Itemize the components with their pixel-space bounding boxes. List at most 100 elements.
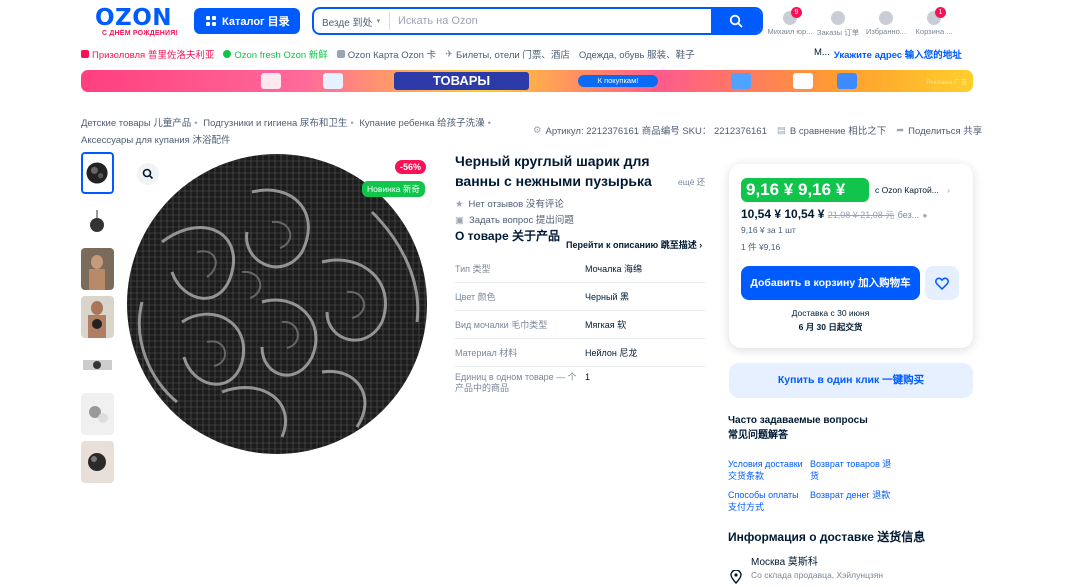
box-icon [831, 11, 845, 25]
thumbnail-image [81, 201, 114, 243]
spec-key: Вид мочалки 毛巾类型 [455, 320, 548, 330]
compare-button[interactable]: ▤ В сравнение 相比之下 [776, 123, 887, 138]
new-badge: Новинка 新奇 [362, 181, 425, 197]
breadcrumb-item[interactable]: Детские товары 儿童产品 [81, 118, 191, 129]
search-scope-label: Везде 到处 [322, 17, 373, 29]
faq-link[interactable]: Возврат денег 退款 [810, 489, 892, 513]
go-to-description-link[interactable]: Перейти к описанию 跳至描述 › [566, 238, 702, 251]
thumbnail[interactable] [81, 441, 114, 483]
breadcrumb-item[interactable]: Аксессуары для купания 沐浴配件 [81, 135, 230, 146]
spec-row: Вид мочалки 毛巾类型 Мягкая 软 [455, 311, 705, 339]
profile-label: Михаил юр... [767, 27, 813, 36]
buy-one-click-button[interactable]: Купить в один клик 一键购买 [729, 363, 973, 398]
compare-label: В сравнение 相比之下 [789, 126, 887, 137]
product-image [261, 73, 281, 89]
about-heading: О товаре 关于产品 [455, 229, 560, 243]
search-input[interactable]: Искать на Ozon [390, 15, 711, 27]
thumbnail[interactable] [81, 201, 114, 243]
orders-label: Заказы 订单 [816, 28, 860, 37]
zoom-button[interactable] [137, 163, 159, 185]
share-button[interactable]: ➦ Поделиться 共享 [896, 123, 982, 138]
compare-icon: ▤ [776, 124, 786, 136]
heart-icon [879, 11, 893, 25]
nav-item-label: Ozon Карта Ozon 卡 [347, 50, 437, 61]
spec-value: 1 [585, 372, 591, 382]
favorite-button[interactable] [925, 266, 959, 300]
ship-from: Со склада продавца, Хэйлунцзян [751, 570, 884, 580]
without-card-label: без... [897, 210, 920, 220]
gift-icon [81, 50, 89, 58]
breadcrumb: Детские товары 儿童产品 • Подгузники и гигиен… [81, 118, 491, 146]
catalog-button[interactable]: Каталог 目录 [194, 8, 300, 34]
reviews-label: Нет отзывов 没有评论 [468, 199, 564, 210]
article-number[interactable]: ⚙ Артикул: 2212376161 商品编号 SKU： 221237616… [533, 123, 767, 138]
banner-cta[interactable]: К покупкам! [578, 75, 658, 87]
info-icon[interactable]: ● [923, 211, 928, 220]
breadcrumb-item[interactable]: Подгузники и гигиена 尿布和卫生 [203, 118, 347, 129]
spec-key: Единиц в одном товаре — 个产品中的商品 [455, 372, 577, 393]
thumbnail[interactable] [81, 152, 114, 194]
title-more-link[interactable]: ещё 还 [678, 176, 705, 188]
add-to-cart-button[interactable]: Добавить в корзину 加入购物车 [741, 266, 920, 300]
faq-title-cn: 常见问题解答 [728, 430, 788, 441]
thumbnail[interactable] [81, 344, 114, 386]
cart-button[interactable]: 1 Корзина ... [910, 7, 958, 38]
product-title: Черный круглый шарик для ванны с нежными… [455, 153, 652, 189]
thumbnail[interactable] [81, 296, 114, 338]
ozon-card-label[interactable]: с Ozon Картой... › [875, 185, 950, 195]
spec-row: Единиц в одном товаре — 个产品中的商品 1 [455, 367, 705, 401]
bath-pouf-image [127, 154, 427, 454]
breadcrumb-item[interactable]: Купание ребенка 给孩子洗澡 [359, 118, 484, 129]
faq-link[interactable]: Способы оплаты 支付方式 [728, 489, 810, 513]
ozon-logo[interactable]: OZON С ДНЁМ РОЖДЕНИЯ! [95, 6, 185, 37]
nav-item-ozon-fresh[interactable]: Ozon fresh Ozon 新鲜 [223, 47, 328, 61]
delivery-info-heading: Информация о доставке 送货信息 [728, 530, 926, 544]
nav-item-clothes[interactable]: Одежда, обувь 服装、鞋子 [579, 47, 695, 61]
search-bar[interactable]: Везде 到处 ▾ Искать на Ozon [312, 7, 763, 35]
chat-icon: ▣ [455, 215, 464, 226]
faq-link[interactable]: Возврат товаров 退货 [810, 458, 892, 482]
address-link[interactable]: Укажите адрес 输入您的地址 [834, 47, 962, 61]
orders-button[interactable]: Заказы 订单 [814, 7, 862, 38]
spec-value: Черный 黑 [585, 292, 629, 302]
plane-icon: ✈ [445, 48, 454, 60]
spec-value: Мочалка 海绵 [585, 264, 642, 274]
header-actions: 9 Михаил юр... Заказы 订单 Избранно... 1 К… [766, 7, 958, 38]
unit-price-cn: 1 件 ¥9,16 [741, 242, 781, 252]
thumbnail[interactable] [81, 248, 114, 290]
product-image [793, 73, 813, 89]
ad-label: Реклама 广告 [926, 79, 967, 86]
reviews-link[interactable]: ★ Нет отзывов 没有评论 [455, 197, 574, 213]
search-scope-select[interactable]: Везде 到处 ▾ [314, 12, 390, 30]
article-text: Артикул: 2212376161 商品编号 SKU： 2212376161 [545, 126, 767, 137]
nav-item-prizolovlya[interactable]: Призоловля 普里佐洛夫利亚 [81, 47, 214, 61]
chevron-right-icon: › [699, 240, 703, 250]
search-submit-button[interactable] [711, 9, 761, 33]
profile-button[interactable]: 9 Михаил юр... [766, 7, 814, 38]
ozon-card-text: с Ozon Картой... [875, 185, 939, 195]
nav-item-label: Ozon fresh Ozon 新鲜 [234, 50, 328, 61]
promo-banner[interactable]: ТОВАРЫ НАРАСХВАТ К покупкам! Реклама 广告 [81, 70, 973, 92]
catalog-label: Каталог 目录 [222, 16, 290, 28]
ask-question-link[interactable]: ▣ Задать вопрос 提出问题 [455, 213, 574, 229]
spec-row: Цвет 颜色 Черный 黑 [455, 283, 705, 311]
faq-link[interactable]: Условия доставки 交货条款 [728, 458, 810, 482]
card-price: 9,16 ¥ 9,16 ¥ [741, 178, 869, 202]
nav-item-label: Билеты, отели 门票、酒店 [456, 50, 570, 61]
thumbnail-image [81, 296, 114, 338]
nav-more[interactable]: М... [814, 47, 830, 61]
spec-key: Материал 材料 [455, 348, 518, 358]
ask-question-label: Задать вопрос 提出问题 [468, 215, 574, 226]
delivery-location[interactable]: Москва 莫斯科 Со склада продавца, Хэйлунцзя… [751, 556, 883, 582]
star-icon: ★ [455, 199, 464, 210]
cart-label: Корзина ... [915, 27, 953, 36]
thumbnail[interactable] [81, 393, 114, 435]
nav-item-tickets[interactable]: ✈ Билеты, отели 门票、酒店 [445, 47, 570, 62]
heart-icon [935, 277, 949, 290]
secondary-nav: Призоловля 普里佐洛夫利亚 Ozon fresh Ozon 新鲜 Oz… [81, 47, 695, 61]
nav-item-ozon-card[interactable]: Ozon Карта Ozon 卡 [336, 47, 437, 61]
spec-key: Тип 类型 [455, 264, 491, 274]
spec-key: Цвет 颜色 [455, 292, 496, 302]
favorites-button[interactable]: Избранно... [862, 7, 910, 38]
product-main-image[interactable] [122, 152, 440, 458]
